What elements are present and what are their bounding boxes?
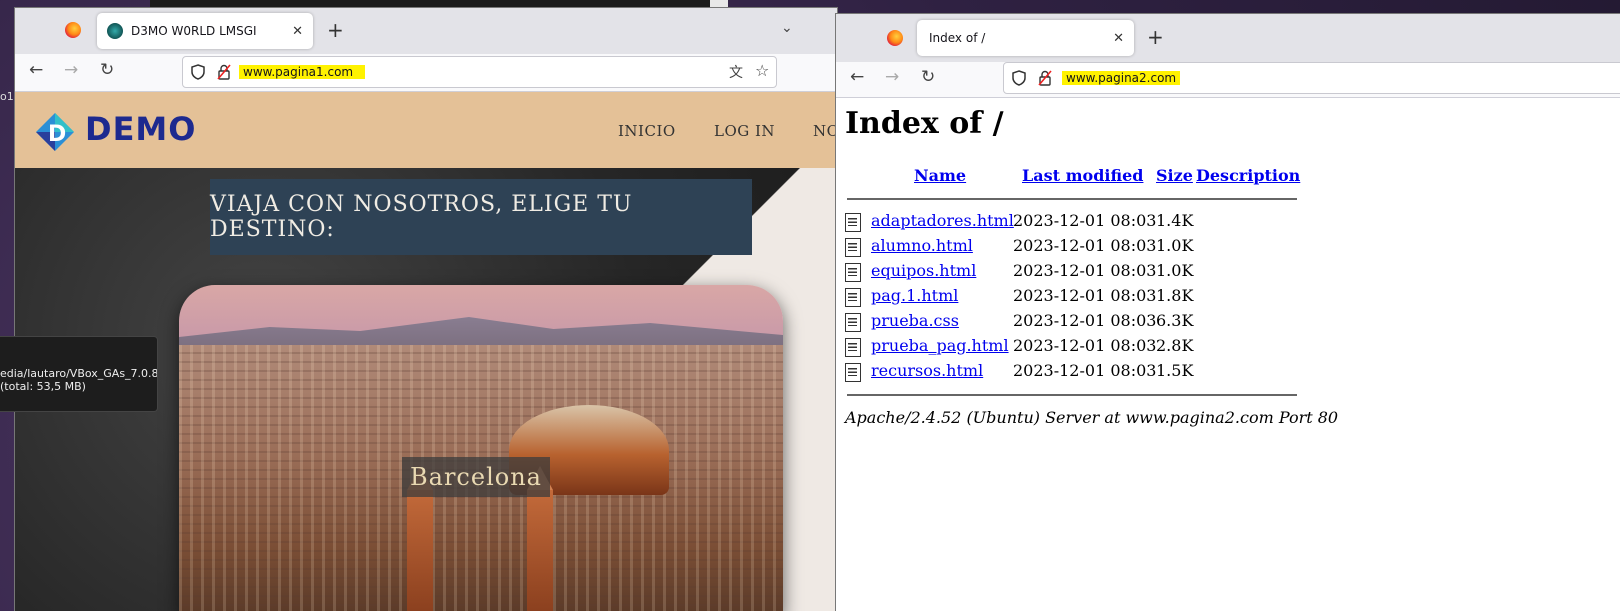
file-link[interactable]: equipos.html bbox=[871, 261, 976, 280]
url-text[interactable]: www.pagina1.com bbox=[239, 65, 366, 79]
close-tab-icon[interactable]: ✕ bbox=[1113, 31, 1124, 46]
background-window-edge bbox=[150, 0, 728, 8]
tooltip-size: (total: 53,5 MB) bbox=[0, 380, 86, 393]
file-link[interactable]: alumno.html bbox=[871, 236, 973, 255]
url-text[interactable]: www.pagina2.com bbox=[1062, 71, 1181, 85]
tab-title: Index of / bbox=[929, 31, 986, 45]
file-icon bbox=[845, 288, 861, 307]
divider bbox=[847, 198, 1297, 200]
file-link[interactable]: prueba_pag.html bbox=[871, 336, 1009, 355]
desktop-label: o1 bbox=[0, 90, 14, 103]
file-size: 1.4K bbox=[1156, 211, 1194, 230]
file-modified: 2023-12-01 08:03 bbox=[1013, 361, 1157, 380]
firefox-view-icon[interactable] bbox=[887, 30, 903, 46]
address-bar[interactable]: www.pagina1.com 文 ☆ bbox=[182, 56, 777, 88]
reload-icon[interactable]: ↻ bbox=[100, 60, 114, 80]
file-icon bbox=[845, 213, 861, 232]
browser-window-pagina1: D3MO W0RLD LMSGI ✕ + ⌄ ← → ↻ www.pagina1… bbox=[15, 8, 837, 611]
close-tab-icon[interactable]: ✕ bbox=[292, 24, 303, 39]
file-link[interactable]: adaptadores.html bbox=[871, 211, 1014, 230]
menu-login[interactable]: LOG IN bbox=[714, 122, 775, 140]
bookmark-star-icon[interactable]: ☆ bbox=[755, 61, 769, 80]
file-icon bbox=[845, 238, 861, 257]
svg-text:D: D bbox=[48, 122, 66, 147]
back-arrow-icon[interactable]: ← bbox=[850, 67, 864, 87]
file-size: 1.0K bbox=[1156, 261, 1194, 280]
file-size: 1.0K bbox=[1156, 236, 1194, 255]
logo-text[interactable]: DEMO bbox=[85, 110, 196, 148]
insecure-lock-icon[interactable] bbox=[217, 64, 231, 80]
insecure-lock-icon[interactable] bbox=[1038, 70, 1052, 86]
file-icon bbox=[845, 263, 861, 282]
file-link[interactable]: pag.1.html bbox=[871, 286, 958, 305]
file-modified: 2023-12-01 08:03 bbox=[1013, 311, 1157, 330]
file-modified: 2023-12-01 08:03 bbox=[1013, 211, 1157, 230]
site-header: D DEMO INICIO LOG IN NO bbox=[15, 92, 837, 168]
venetian-tower-right bbox=[527, 466, 553, 611]
tracking-shield-icon[interactable] bbox=[1012, 70, 1026, 86]
photo-caption: Barcelona bbox=[402, 457, 550, 497]
file-size: 1.5K bbox=[1156, 361, 1194, 380]
file-link[interactable]: prueba.css bbox=[871, 311, 959, 330]
reload-icon[interactable]: ↻ bbox=[921, 67, 935, 87]
divider bbox=[847, 394, 1297, 396]
forward-arrow-icon[interactable]: → bbox=[885, 67, 899, 87]
column-description-link[interactable]: Description bbox=[1196, 166, 1300, 185]
page-title: Index of / bbox=[845, 106, 1004, 141]
navigation-toolbar: ← → ↻ www.pagina2.com bbox=[836, 62, 1620, 98]
forward-arrow-icon[interactable]: → bbox=[64, 60, 78, 80]
browser-window-pagina2: Index of / ✕ + ← → ↻ www.pagina2.com Ind… bbox=[836, 14, 1620, 611]
file-icon bbox=[845, 313, 861, 332]
menu-inicio[interactable]: INICIO bbox=[618, 122, 676, 140]
firefox-view-icon[interactable] bbox=[65, 22, 81, 38]
file-modified: 2023-12-01 08:03 bbox=[1013, 236, 1157, 255]
tab-title: D3MO W0RLD LMSGI bbox=[131, 24, 257, 38]
tab-d3mo-world[interactable]: D3MO W0RLD LMSGI ✕ bbox=[97, 13, 313, 49]
file-link[interactable]: recursos.html bbox=[871, 361, 983, 380]
destination-banner: VIAJA CON NOSOTROS, ELIGE TU DESTINO: bbox=[210, 179, 752, 255]
barcelona-photo[interactable]: Barcelona bbox=[179, 285, 783, 611]
back-arrow-icon[interactable]: ← bbox=[29, 60, 43, 80]
tab-index-of[interactable]: Index of / ✕ bbox=[917, 20, 1134, 56]
navigation-toolbar: ← → ↻ www.pagina1.com 文 ☆ bbox=[15, 54, 837, 92]
column-size-link[interactable]: Size bbox=[1156, 166, 1193, 185]
directory-listing-page: Index of / Name Last modified Size Descr… bbox=[836, 98, 1620, 611]
server-signature: Apache/2.4.52 (Ubuntu) Server at www.pag… bbox=[845, 408, 1339, 427]
list-tabs-chevron-icon[interactable]: ⌄ bbox=[781, 20, 793, 36]
file-modified: 2023-12-01 08:03 bbox=[1013, 261, 1157, 280]
demo-logo-icon[interactable]: D bbox=[35, 112, 75, 152]
site-favicon-icon bbox=[107, 23, 123, 39]
tab-bar: D3MO W0RLD LMSGI ✕ + ⌄ bbox=[15, 8, 837, 54]
tooltip-path: edia/lautaro/VBox_GAs_7.0.8 bbox=[0, 367, 157, 380]
file-icon bbox=[845, 363, 861, 382]
menu-item-partial[interactable]: NO bbox=[813, 122, 837, 140]
venetian-tower-left bbox=[407, 466, 433, 611]
column-modified-link[interactable]: Last modified bbox=[1022, 166, 1143, 185]
file-icon bbox=[845, 338, 861, 357]
file-size: 6.3K bbox=[1156, 311, 1194, 330]
file-size: 2.8K bbox=[1156, 336, 1194, 355]
column-name-link[interactable]: Name bbox=[914, 166, 966, 185]
new-tab-icon[interactable]: + bbox=[1147, 25, 1164, 49]
download-tooltip: edia/lautaro/VBox_GAs_7.0.8 (total: 53,5… bbox=[0, 336, 158, 412]
tab-bar: Index of / ✕ + bbox=[836, 14, 1620, 62]
tracking-shield-icon[interactable] bbox=[191, 64, 205, 80]
file-size: 1.8K bbox=[1156, 286, 1194, 305]
new-tab-icon[interactable]: + bbox=[327, 18, 344, 42]
file-modified: 2023-12-01 08:03 bbox=[1013, 336, 1157, 355]
translate-icon[interactable]: 文 bbox=[729, 62, 743, 82]
address-bar[interactable]: www.pagina2.com bbox=[1003, 62, 1620, 94]
file-modified: 2023-12-01 08:03 bbox=[1013, 286, 1157, 305]
